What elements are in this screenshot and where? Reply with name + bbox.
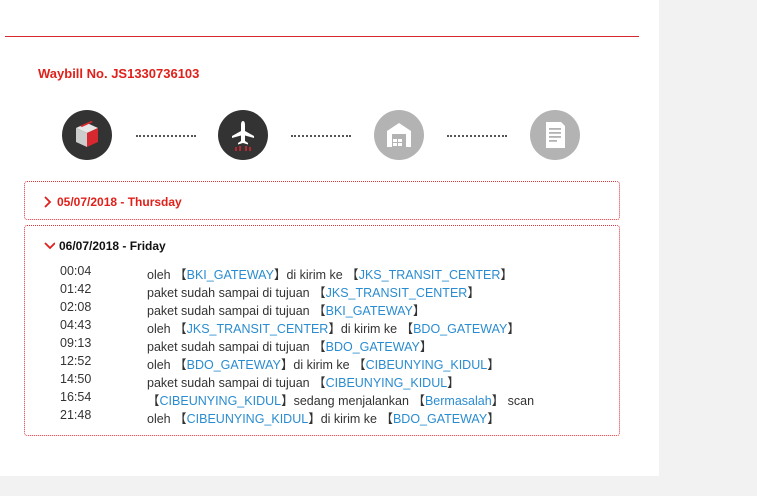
waybill-number: Waybill No. JS1330736103 [38,66,200,81]
page-background-strip [659,0,757,496]
day-section-expanded: 06/07/2018 - Friday 00:04 oleh 【BKI_GATE… [24,225,620,436]
document-icon [530,110,580,160]
event-description: paket sudah sampai di tujuan 【CIBEUNYING… [147,376,460,390]
tracking-event: 00:04 oleh 【BKI_GATEWAY】di kirim ke 【JKS… [25,264,619,282]
day-header[interactable]: 05/07/2018 - Thursday [43,195,182,209]
progress-steps [0,110,659,162]
chevron-down-icon [44,242,55,250]
tracking-event: 04:43 oleh 【JKS_TRANSIT_CENTER】di kirim … [25,318,619,336]
day-date: 06/07/2018 - Friday [59,239,166,253]
tracking-event: 02:08 paket sudah sampai di tujuan 【BKI_… [25,300,619,318]
location-link[interactable]: CIBEUNYING_KIDUL [326,376,448,390]
location-link[interactable]: BKI_GATEWAY [326,304,413,318]
day-date: 05/07/2018 - Thursday [57,195,182,209]
warehouse-icon [374,110,424,160]
tracking-panel: Waybill No. JS1330736103 05/07/2018 - Th… [0,0,659,476]
event-description: oleh 【CIBEUNYING_KIDUL】di kirim ke 【BDO_… [147,412,500,426]
location-link[interactable]: BDO_GATEWAY [413,322,507,336]
location-link[interactable]: BDO_GATEWAY [393,412,487,426]
location-link[interactable]: JKS_TRANSIT_CENTER [326,286,468,300]
tracking-event: 09:13 paket sudah sampai di tujuan 【BDO_… [25,336,619,354]
event-time: 02:08 [60,300,92,314]
location-link[interactable]: CIBEUNYING_KIDUL [160,394,282,408]
chevron-right-icon [44,196,52,208]
location-link[interactable]: JKS_TRANSIT_CENTER [359,268,501,282]
location-link[interactable]: BKI_GATEWAY [187,268,274,282]
location-link[interactable]: BDO_GATEWAY [326,340,420,354]
location-link[interactable]: JKS_TRANSIT_CENTER [187,322,329,336]
header-divider [5,36,639,37]
event-time: 01:42 [60,282,92,296]
event-time: 00:04 [60,264,92,278]
event-time: 04:43 [60,318,92,332]
step-connector [291,135,351,137]
status-link[interactable]: Bermasalah [425,394,492,408]
tracking-event: 14:50 paket sudah sampai di tujuan 【CIBE… [25,372,619,390]
event-time: 12:52 [60,354,92,368]
tracking-event: 01:42 paket sudah sampai di tujuan 【JKS_… [25,282,619,300]
airplane-icon [218,110,268,160]
event-time: 16:54 [60,390,92,404]
event-description: 【CIBEUNYING_KIDUL】sedang menjalankan 【Be… [147,394,535,408]
tracking-event: 12:52 oleh 【BDO_GATEWAY】di kirim ke 【CIB… [25,354,619,372]
event-description: paket sudah sampai di tujuan 【JKS_TRANSI… [147,286,480,300]
location-link[interactable]: CIBEUNYING_KIDUL [366,358,488,372]
day-header[interactable]: 06/07/2018 - Friday [43,239,166,253]
event-time: 09:13 [60,336,92,350]
event-time: 21:48 [60,408,92,422]
event-time: 14:50 [60,372,92,386]
event-description: oleh 【JKS_TRANSIT_CENTER】di kirim ke 【BD… [147,322,520,336]
package-icon [62,110,112,160]
location-link[interactable]: BDO_GATEWAY [187,358,281,372]
event-description: paket sudah sampai di tujuan 【BDO_GATEWA… [147,340,433,354]
event-description: oleh 【BDO_GATEWAY】di kirim ke 【CIBEUNYIN… [147,358,500,372]
location-link[interactable]: CIBEUNYING_KIDUL [187,412,309,426]
day-section-collapsed[interactable]: 05/07/2018 - Thursday [24,181,620,220]
event-description: oleh 【BKI_GATEWAY】di kirim ke 【JKS_TRANS… [147,268,513,282]
event-description: paket sudah sampai di tujuan 【BKI_GATEWA… [147,304,426,318]
step-connector [136,135,196,137]
tracking-event: 16:54 【CIBEUNYING_KIDUL】sedang menjalank… [25,390,619,408]
step-connector [447,135,507,137]
tracking-event: 21:48 oleh 【CIBEUNYING_KIDUL】di kirim ke… [25,408,619,426]
